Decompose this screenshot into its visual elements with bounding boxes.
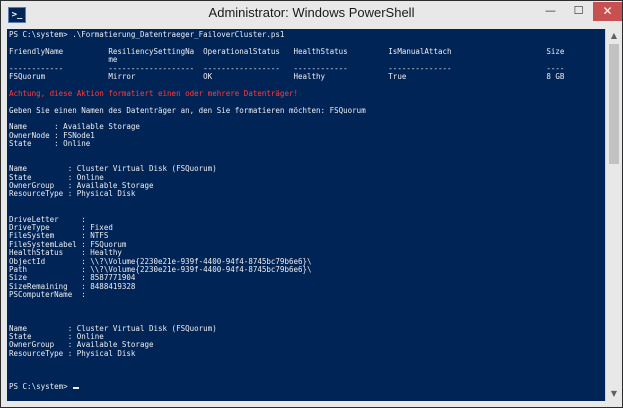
close-button[interactable]: ✕ xyxy=(593,2,622,21)
group-state-line: State : Online xyxy=(9,139,91,149)
warning-line: Achtung, diese Aktion formatiert einen o… xyxy=(9,88,298,98)
volume-size-remaining-line: SizeRemaining : 8488419328 xyxy=(9,281,136,291)
group-owner-line: OwnerNode : FSNode1 xyxy=(9,130,95,140)
final-prompt-line[interactable]: PS C:\system> xyxy=(9,383,564,391)
resource-type-line: ResourceType : Physical Disk xyxy=(9,348,136,358)
vertical-scrollbar[interactable]: ▲ ▼ xyxy=(605,29,622,401)
maximize-button[interactable]: ☐ xyxy=(565,2,592,21)
final-prompt-text: PS C:\system> xyxy=(9,382,73,392)
window-title: Administrator: Windows PowerShell xyxy=(208,5,415,20)
scroll-up-arrow-icon[interactable]: ▲ xyxy=(606,29,622,43)
title-bar[interactable]: >_ Administrator: Windows PowerShell — ☐… xyxy=(1,1,622,29)
powershell-window: >_ Administrator: Windows PowerShell — ☐… xyxy=(0,0,623,408)
command-prompt-line: PS C:\system> .\Formatierung_Datentraege… xyxy=(9,30,285,39)
scroll-down-arrow-icon[interactable]: ▼ xyxy=(606,387,622,401)
text-cursor xyxy=(73,387,80,390)
volume-computer-name-line: PSComputerName : xyxy=(9,290,86,300)
console-output[interactable]: PS C:\system> .\Formatierung_Datentraege… xyxy=(7,29,605,401)
scrollbar-thumb[interactable] xyxy=(609,44,619,164)
table-row: FSQuorum Mirror OK Healthy True 8 GB xyxy=(9,71,565,81)
resource-type-line: ResourceType : Physical Disk xyxy=(9,189,136,199)
input-prompt-line: Geben Sie einen Namen des Datenträger an… xyxy=(9,105,366,115)
minimize-button[interactable]: — xyxy=(537,2,564,21)
